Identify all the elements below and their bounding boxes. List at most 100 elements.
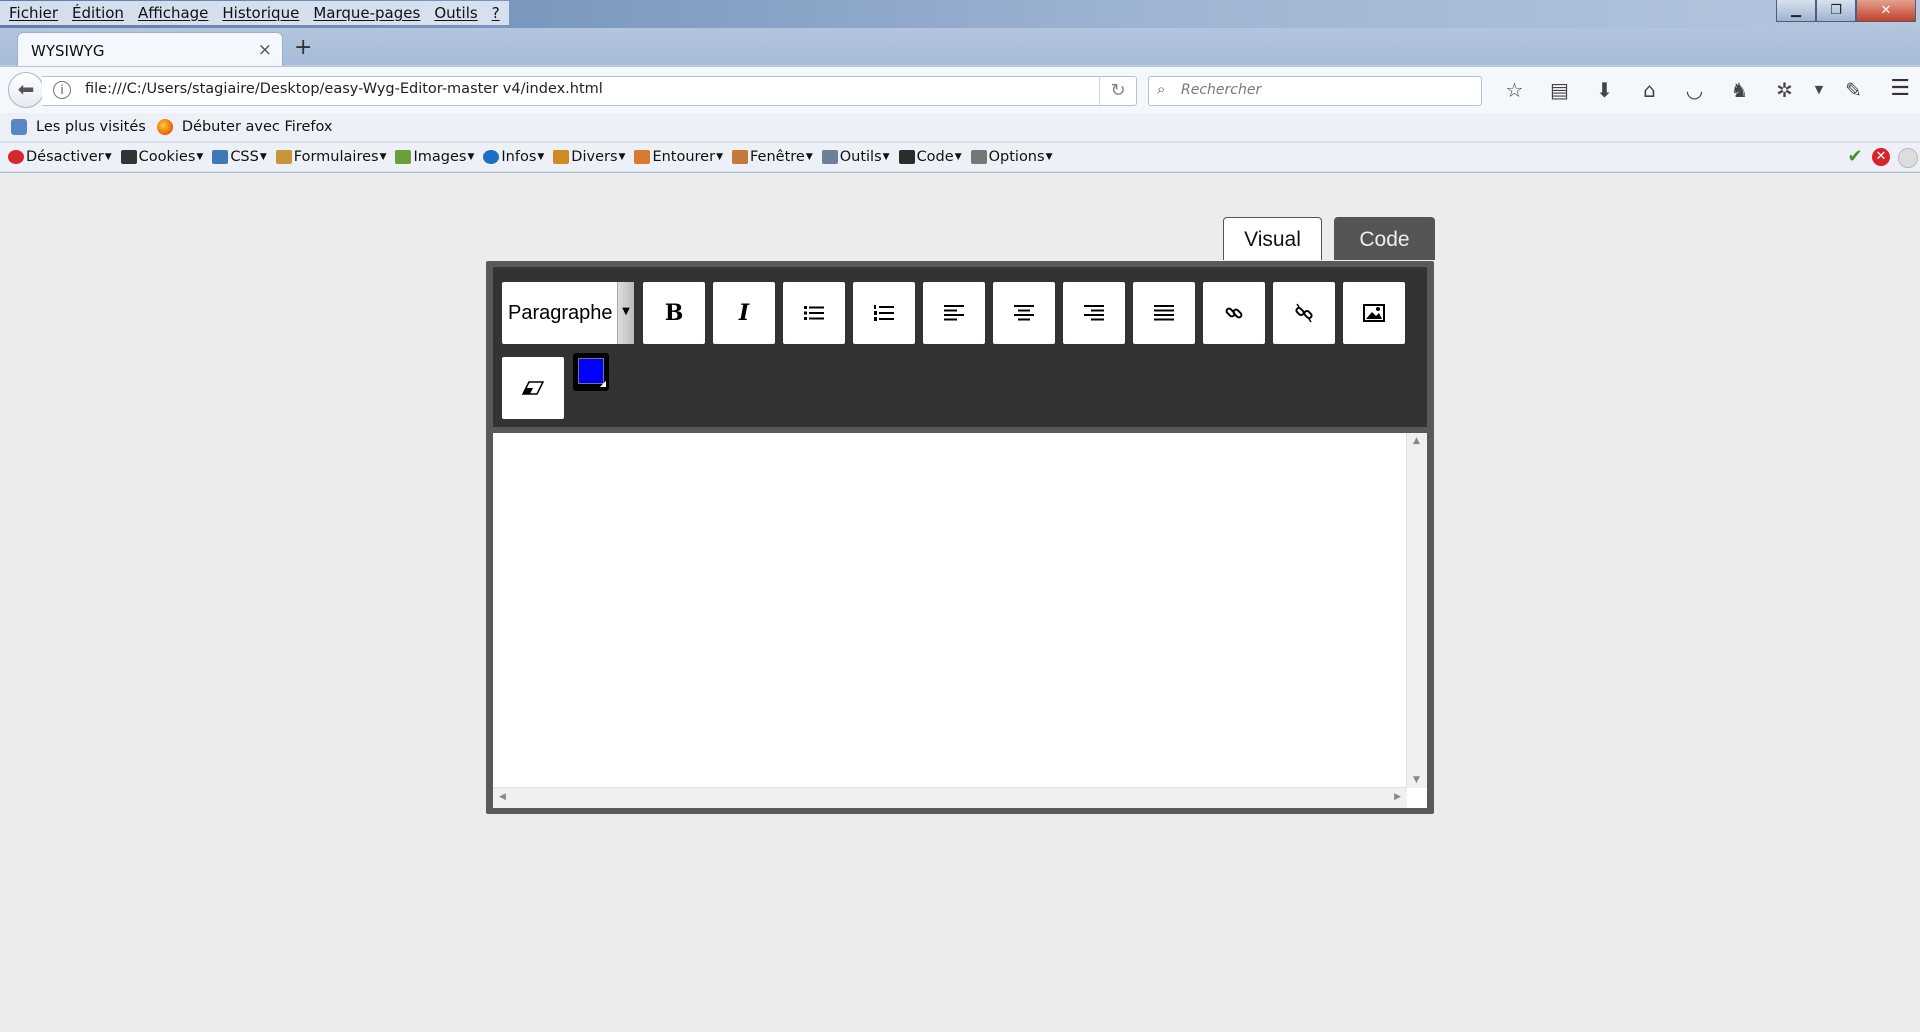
align-left-button[interactable] <box>923 282 985 344</box>
minimize-button[interactable]: ▁ <box>1776 0 1816 22</box>
star-icon[interactable]: ☆ <box>1492 76 1537 104</box>
eyedropper-icon[interactable]: ✎ <box>1831 76 1876 104</box>
close-window-button[interactable]: ✕ <box>1856 0 1916 22</box>
bookmark-label: Les plus visités <box>36 119 146 135</box>
dropdown-icon[interactable]: ▼ <box>1807 76 1831 104</box>
tab-code[interactable]: Code <box>1334 217 1435 260</box>
bookmarks-bar: Les plus visités Débuter avec Firefox <box>0 113 1920 141</box>
css-icon <box>212 150 229 164</box>
menu-edition[interactable]: Édition <box>65 4 131 22</box>
neutral-status-icon[interactable] <box>1898 148 1918 168</box>
text-color-picker[interactable]: ◢ <box>573 353 609 391</box>
dev-images[interactable]: Images ▼ <box>395 149 474 165</box>
eraser-icon <box>521 381 545 395</box>
dev-fenetre[interactable]: Fenêtre ▼ <box>731 149 813 165</box>
menu-marque-pages[interactable]: Marque-pages <box>306 4 427 22</box>
dev-outils[interactable]: Outils ▼ <box>821 149 890 165</box>
reload-icon: ↻ <box>1110 80 1126 101</box>
site-info-icon[interactable]: i <box>53 81 71 99</box>
hamburger-menu-icon[interactable]: ☰ <box>1890 76 1910 101</box>
menu-outils[interactable]: Outils <box>427 4 484 22</box>
align-center-button[interactable] <box>993 282 1055 344</box>
dev-options[interactable]: Options ▼ <box>970 149 1053 165</box>
url-text[interactable]: file:///C:/Users/stagiaire/Desktop/easy-… <box>85 81 603 97</box>
image-button[interactable] <box>1343 282 1405 344</box>
search-input[interactable]: Rechercher <box>1181 82 1261 98</box>
menu-affichage[interactable]: Affichage <box>131 4 215 22</box>
bullet-list-button[interactable] <box>783 282 845 344</box>
bold-button[interactable]: B <box>643 282 705 344</box>
url-bar[interactable]: i file:///C:/Users/stagiaire/Desktop/eas… <box>42 76 1137 106</box>
format-select-value: Paragraphe <box>508 302 613 324</box>
search-bar[interactable]: ⌕ Rechercher <box>1148 76 1482 106</box>
dev-label: Cookies <box>138 149 196 165</box>
restore-button[interactable]: ❐ <box>1816 0 1856 22</box>
scroll-left-icon[interactable]: ◀ <box>499 792 506 802</box>
reload-button[interactable]: ↻ <box>1099 77 1136 105</box>
editor-content-area[interactable]: ▲ ▼ ◀ ▶ <box>493 433 1427 808</box>
dev-desactiver[interactable]: Désactiver ▼ <box>8 149 112 165</box>
dev-label: Désactiver <box>26 149 104 165</box>
dev-label: Options <box>988 149 1045 165</box>
dev-css[interactable]: CSS ▼ <box>212 149 267 165</box>
dev-label: Images <box>413 149 467 165</box>
pocket-icon[interactable]: ◡ <box>1672 76 1717 104</box>
justify-button[interactable] <box>1133 282 1195 344</box>
dev-cookies[interactable]: Cookies ▼ <box>120 149 203 165</box>
tab-close-icon[interactable]: × <box>258 40 272 60</box>
home-icon[interactable]: ⌂ <box>1627 76 1672 104</box>
menu-historique[interactable]: Historique <box>215 4 306 22</box>
format-select[interactable]: Paragraphe ▼ <box>502 282 634 344</box>
link-button[interactable] <box>1203 282 1265 344</box>
reading-list-icon[interactable]: ▤ <box>1537 76 1582 104</box>
forms-icon <box>275 150 292 164</box>
menu-fichier[interactable]: Fichier <box>2 4 65 22</box>
options-icon <box>970 150 987 164</box>
align-right-button[interactable] <box>1063 282 1125 344</box>
tab-visual[interactable]: Visual <box>1223 217 1322 260</box>
chevron-down-icon: ▼ <box>1045 152 1053 162</box>
numbered-list-button[interactable] <box>853 282 915 344</box>
new-tab-button[interactable]: + <box>294 35 312 60</box>
back-button[interactable]: ⬅ <box>8 72 44 108</box>
addon-icon[interactable]: ✲ <box>1762 76 1807 104</box>
images-icon <box>395 150 412 164</box>
scroll-right-icon[interactable]: ▶ <box>1394 792 1401 802</box>
bookmark-firefox[interactable]: Débuter avec Firefox <box>156 119 332 135</box>
menu-help[interactable]: ? <box>485 4 507 22</box>
vertical-scrollbar[interactable]: ▲ ▼ <box>1406 433 1427 788</box>
dev-infos[interactable]: Infos ▼ <box>483 149 544 165</box>
scroll-up-icon[interactable]: ▲ <box>1413 436 1420 446</box>
extension-icon[interactable]: ♞ <box>1717 76 1762 104</box>
download-icon[interactable]: ⬇ <box>1582 76 1627 104</box>
tab-title: WYSIWYG <box>31 42 105 60</box>
dev-entourer[interactable]: Entourer ▼ <box>634 149 723 165</box>
dev-code[interactable]: Code ▼ <box>898 149 962 165</box>
eraser-button[interactable] <box>502 357 564 419</box>
unlink-button[interactable] <box>1273 282 1335 344</box>
bookmark-most-visited[interactable]: Les plus visités <box>11 119 146 135</box>
chevron-down-icon: ▼ <box>259 152 267 162</box>
misc-icon <box>553 150 570 164</box>
editor-content[interactable] <box>493 433 1427 449</box>
editor-toolbar: Paragraphe ▼ B I ◢ <box>493 267 1427 427</box>
resize-icon <box>731 150 748 164</box>
scroll-down-icon[interactable]: ▼ <box>1413 775 1420 785</box>
browser-chrome: Fichier Édition Affichage Historique Mar… <box>0 0 1920 173</box>
outline-icon <box>634 150 651 164</box>
chevron-down-icon: ▼ <box>467 152 475 162</box>
numbered-list-icon <box>874 305 894 321</box>
error-icon[interactable]: ✕ <box>1872 148 1890 166</box>
dev-divers[interactable]: Divers ▼ <box>553 149 625 165</box>
check-icon[interactable]: ✔ <box>1846 148 1864 166</box>
dev-formulaires[interactable]: Formulaires ▼ <box>275 149 386 165</box>
tab-wysiwyg[interactable]: WYSIWYG × <box>17 32 283 67</box>
horizontal-scrollbar[interactable]: ◀ ▶ <box>493 787 1407 808</box>
chevron-down-icon: ▼ <box>882 152 890 162</box>
window-controls: ▁ ❐ ✕ <box>1776 0 1916 22</box>
wysiwyg-editor: Paragraphe ▼ B I ◢ ▲ ▼ ◀ ▶ <box>486 261 1434 814</box>
code-icon <box>898 150 915 164</box>
italic-button[interactable]: I <box>713 282 775 344</box>
tools-icon <box>821 150 838 164</box>
dev-label: Formulaires <box>293 149 379 165</box>
